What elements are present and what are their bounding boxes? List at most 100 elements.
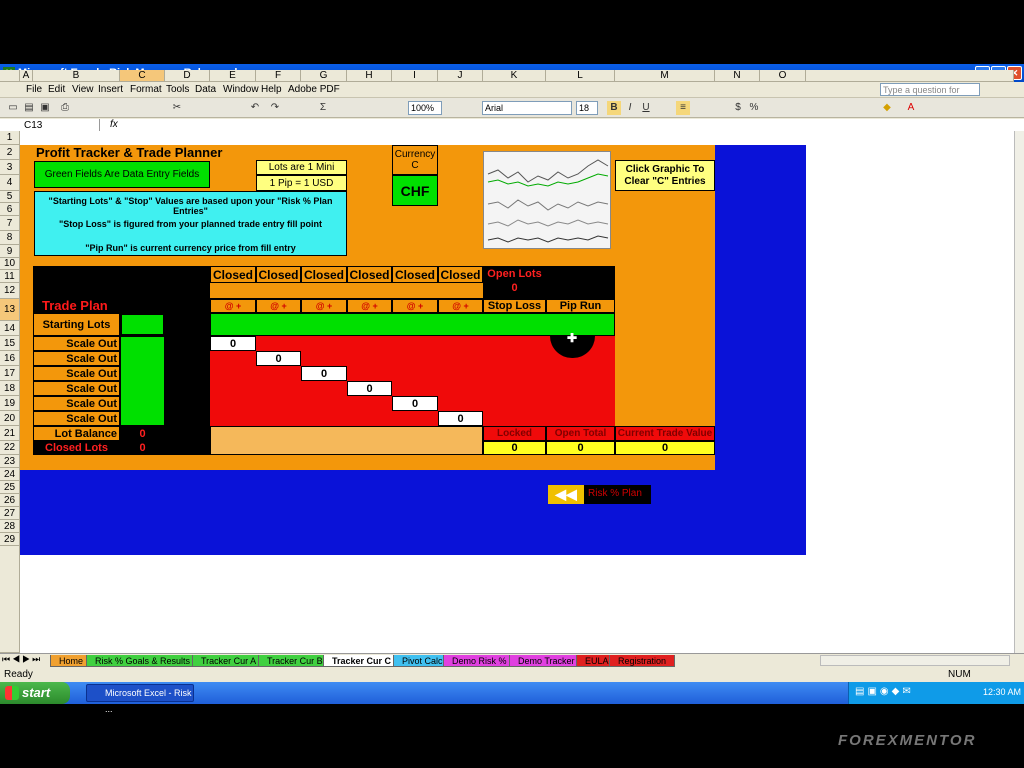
percent-icon[interactable]: % <box>747 101 761 115</box>
diag-value-1: 0 <box>210 336 256 351</box>
row-header[interactable]: 24 <box>0 468 20 481</box>
fx-icon[interactable]: fx <box>110 119 118 130</box>
row-header[interactable]: 17 <box>0 366 20 381</box>
stop-loss-header: Stop Loss <box>483 299 546 313</box>
taskbar-excel-button[interactable]: Microsoft Excel - Risk ... <box>86 684 194 714</box>
align-center-icon[interactable]: ≡ <box>676 101 690 115</box>
row-header[interactable]: 20 <box>0 411 20 426</box>
help-search-input[interactable]: Type a question for help <box>880 83 980 107</box>
tab-registration[interactable]: Registration <box>609 655 676 667</box>
row-header[interactable]: 26 <box>0 494 20 507</box>
bold-icon[interactable]: B <box>607 101 621 115</box>
col-header-b[interactable]: B <box>33 70 120 82</box>
font-select[interactable]: Arial <box>482 101 572 115</box>
row-header[interactable]: 8 <box>0 231 20 245</box>
col-header-a[interactable]: A <box>20 70 33 82</box>
fill-color-icon[interactable]: ◆ <box>880 101 894 115</box>
select-all-corner[interactable] <box>0 70 20 82</box>
col-header-g[interactable]: G <box>301 70 347 82</box>
col-header-d[interactable]: D <box>165 70 210 82</box>
row-header[interactable]: 21 <box>0 426 20 441</box>
font-color-icon[interactable]: A <box>904 101 918 115</box>
col-header-h[interactable]: H <box>347 70 392 82</box>
row-header[interactable]: 25 <box>0 481 20 494</box>
row-header[interactable]: 12 <box>0 283 20 299</box>
print-icon[interactable]: ⎙ <box>58 101 72 115</box>
vertical-scrollbar[interactable] <box>1014 131 1024 653</box>
row-header[interactable]: 9 <box>0 245 20 258</box>
row-header[interactable]: 4 <box>0 175 20 191</box>
save-icon[interactable]: ▣ <box>38 101 52 115</box>
col-header-o[interactable]: O <box>760 70 806 82</box>
row-header[interactable]: 27 <box>0 507 20 520</box>
col-header-n[interactable]: N <box>715 70 760 82</box>
autosum-icon[interactable]: Σ <box>316 101 330 115</box>
row-header[interactable]: 5 <box>0 191 20 203</box>
currency-value[interactable]: CHF <box>392 175 438 206</box>
col-header-j[interactable]: J <box>438 70 483 82</box>
row-header[interactable]: 14 <box>0 321 20 336</box>
currency-icon[interactable]: $ <box>731 101 745 115</box>
row-header[interactable]: 19 <box>0 396 20 411</box>
underline-icon[interactable]: U <box>639 101 653 115</box>
menu-adobe-pdf[interactable]: Adobe PDF <box>288 84 340 95</box>
row-header[interactable]: 22 <box>0 441 20 455</box>
entry-row-green[interactable] <box>210 313 615 336</box>
menu-help[interactable]: Help <box>261 84 282 95</box>
row-header[interactable]: 29 <box>0 533 20 546</box>
col-header-f[interactable]: F <box>256 70 301 82</box>
row-header[interactable]: 2 <box>0 145 20 160</box>
starting-lots-input[interactable] <box>120 313 165 336</box>
row-header[interactable]: 15 <box>0 336 20 351</box>
font-size-select[interactable]: 18 <box>576 101 598 115</box>
menu-data[interactable]: Data <box>195 84 216 95</box>
menu-edit[interactable]: Edit <box>48 84 65 95</box>
blank-cell[interactable] <box>210 283 483 299</box>
new-icon[interactable]: ▭ <box>6 101 20 115</box>
row-header[interactable]: 10 <box>0 258 20 270</box>
row-header[interactable]: 1 <box>0 131 20 145</box>
row-header[interactable]: 13 <box>0 299 20 321</box>
zoom-select[interactable]: 100% <box>408 101 442 115</box>
scale-out-inputs[interactable] <box>120 336 165 426</box>
tab-tracker-a[interactable]: Tracker Cur A <box>192 655 266 667</box>
row-header[interactable]: 6 <box>0 203 20 216</box>
tab-risk-goals[interactable]: Risk % Goals & Results <box>86 655 200 667</box>
menu-view[interactable]: View <box>72 84 94 95</box>
tray-icons[interactable]: ▤▣◉◆✉ <box>855 686 914 697</box>
col-header-e[interactable]: E <box>210 70 256 82</box>
tab-demo-tracker[interactable]: Demo Tracker <box>509 655 584 667</box>
col-header-i[interactable]: I <box>392 70 438 82</box>
tab-tracker-b[interactable]: Tracker Cur B <box>258 655 332 667</box>
col-header-m[interactable]: M <box>615 70 715 82</box>
back-nav-button[interactable]: ◀◀ Risk % Plan <box>548 485 651 504</box>
row-header[interactable]: 3 <box>0 160 20 175</box>
tab-tracker-c[interactable]: Tracker Cur C <box>323 655 401 667</box>
col-header-c[interactable]: C <box>120 70 165 82</box>
menu-insert[interactable]: Insert <box>98 84 123 95</box>
chart-thumbnail-image[interactable] <box>483 151 611 249</box>
menu-file[interactable]: File <box>26 84 42 95</box>
tab-demo-risk[interactable]: Demo Risk % <box>443 655 516 667</box>
open-icon[interactable]: ▤ <box>22 101 36 115</box>
redo-icon[interactable]: ↷ <box>268 101 282 115</box>
row-header[interactable]: 28 <box>0 520 20 533</box>
col-header-l[interactable]: L <box>546 70 615 82</box>
cut-icon[interactable]: ✂ <box>170 101 184 115</box>
col-header-k[interactable]: K <box>483 70 546 82</box>
horizontal-scrollbar[interactable] <box>820 655 1010 666</box>
undo-icon[interactable]: ↶ <box>248 101 262 115</box>
row-header[interactable]: 23 <box>0 455 20 468</box>
row-header[interactable]: 18 <box>0 381 20 396</box>
row-header[interactable]: 11 <box>0 270 20 283</box>
tab-scroll-arrows[interactable]: ⏮◀▶⏭ <box>2 654 42 665</box>
clear-entries-button[interactable]: Click Graphic To Clear "C" Entries <box>615 160 715 191</box>
menu-format[interactable]: Format <box>130 84 162 95</box>
lot-balance-value: 0 <box>139 427 146 440</box>
italic-icon[interactable]: I <box>623 101 637 115</box>
row-header[interactable]: 7 <box>0 216 20 231</box>
row-header[interactable]: 16 <box>0 351 20 366</box>
menu-tools[interactable]: Tools <box>166 84 189 95</box>
open-lots-label: Open Lots <box>487 267 542 280</box>
menu-window[interactable]: Window <box>223 84 259 95</box>
